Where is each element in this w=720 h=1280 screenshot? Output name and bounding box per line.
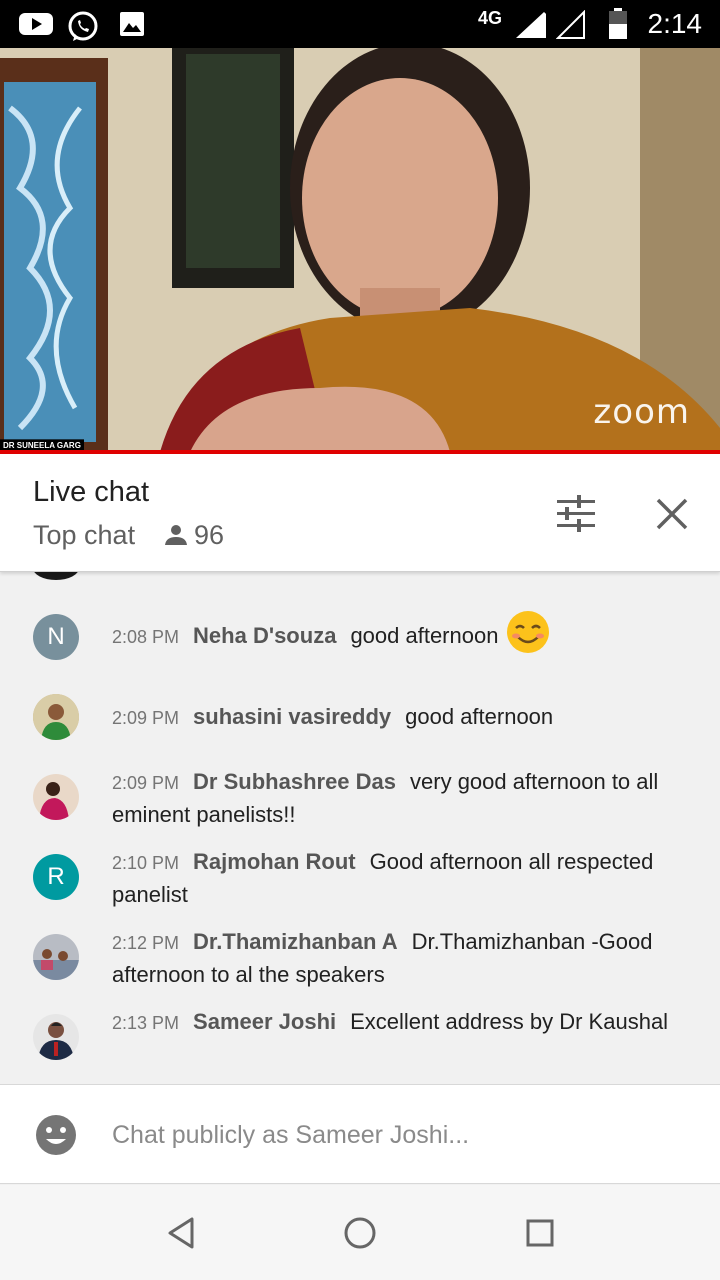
message-text: good afternoon (350, 622, 499, 648)
avatar: N (33, 614, 79, 660)
message-text: Excellent address by Dr Kaushal (350, 1009, 669, 1034)
message-text: good afternoon (405, 704, 554, 729)
message-author[interactable]: Rajmohan Rout (193, 849, 356, 874)
avatar-photo (33, 774, 79, 820)
message-time: 2:13 PM (112, 1013, 180, 1033)
avatar (33, 774, 79, 820)
message-author[interactable]: Dr Subhashree Das (193, 769, 396, 794)
avatar (33, 694, 79, 740)
avatar (33, 1014, 79, 1060)
chat-input[interactable] (112, 1115, 672, 1155)
message-time: 2:10 PM (112, 853, 180, 873)
avatar-photo (33, 1014, 79, 1060)
message-author[interactable]: Sameer Joshi (193, 1009, 336, 1034)
message-author[interactable]: suhasini vasireddy (193, 704, 391, 729)
video-player[interactable]: zoom DR SUNEELA GARG (0, 48, 720, 452)
emoji-picker-icon[interactable] (35, 1114, 77, 1156)
message-author[interactable]: Neha D'souza (193, 623, 336, 648)
back-icon[interactable] (162, 1213, 202, 1253)
clock: 2:14 (647, 8, 703, 39)
avatar (33, 572, 79, 580)
message-time: 2:08 PM (112, 626, 180, 647)
message-author[interactable]: Dr.Thamizhanban A (193, 929, 398, 954)
live-chat-title: Live chat (33, 476, 150, 508)
avatar (33, 934, 79, 980)
whatsapp-icon (68, 11, 98, 41)
filter-icon[interactable] (553, 494, 599, 534)
chat-message-list[interactable]: N 2:08 PM Neha D'souza good afternoon 2:09… (0, 572, 720, 1084)
android-nav-bar (0, 1185, 720, 1280)
youtube-icon (19, 13, 53, 35)
avatar: R (33, 854, 79, 900)
top-chat-selector[interactable]: Top chat (33, 520, 135, 551)
live-chat-header: Live chat Top chat 96 (0, 454, 720, 572)
chat-input-bar (0, 1084, 720, 1184)
person-icon (165, 525, 187, 545)
battery-icon (609, 8, 627, 39)
close-icon[interactable] (652, 494, 692, 534)
message-time: 2:12 PM (112, 933, 180, 953)
signal-icon (516, 12, 546, 38)
network-type: 4G (478, 8, 503, 28)
home-icon[interactable] (340, 1213, 380, 1253)
recents-icon[interactable] (520, 1213, 560, 1253)
avatar-photo (33, 934, 79, 980)
status-bar: 4G 2:14 (0, 0, 720, 48)
smiling-face-icon (506, 611, 549, 653)
viewer-count-value: 96 (194, 520, 225, 550)
gallery-icon (120, 12, 144, 36)
message-time: 2:09 PM (112, 773, 180, 793)
zoom-watermark: zoom (593, 392, 690, 432)
signal-secondary-icon (556, 10, 585, 39)
avatar-photo (33, 694, 79, 740)
message-time: 2:09 PM (112, 708, 180, 728)
